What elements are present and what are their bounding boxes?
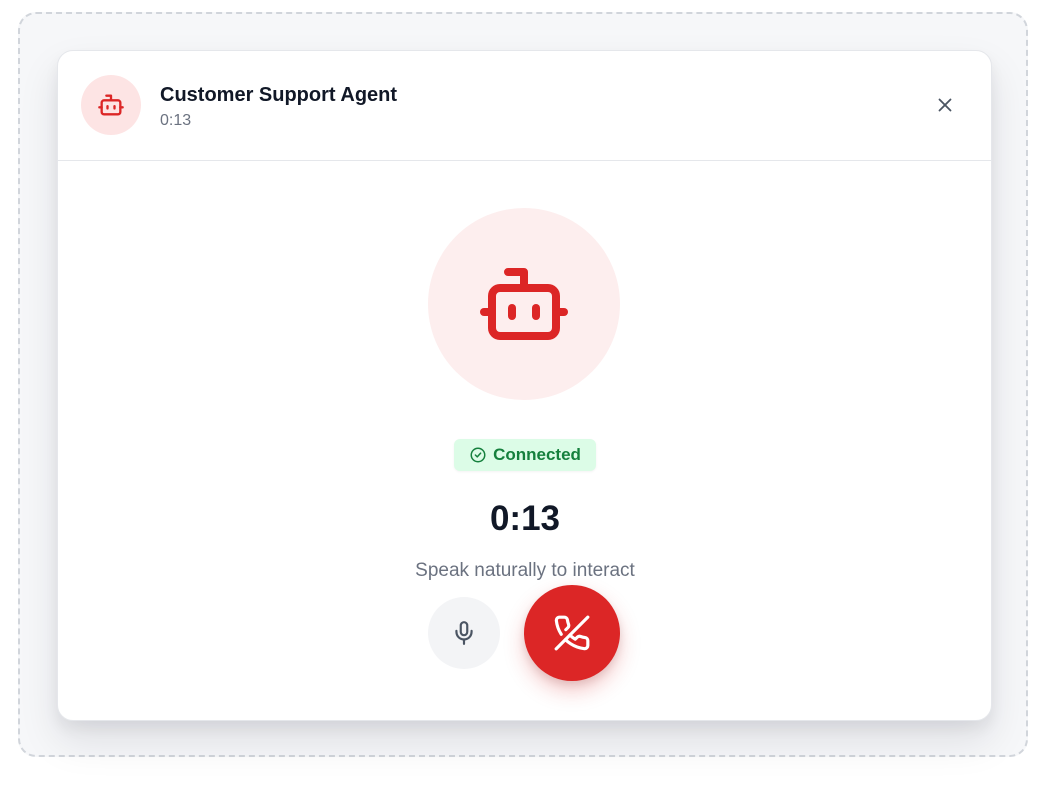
call-timer: 0:13 (489, 499, 561, 538)
bot-icon (480, 268, 568, 340)
agent-name: Customer Support Agent (160, 84, 398, 106)
mute-button[interactable] (428, 597, 500, 669)
dialog-header: Customer Support Agent 0:13 (58, 51, 991, 161)
header-call-timer: 0:13 (160, 112, 192, 129)
end-call-button[interactable] (524, 585, 620, 681)
close-button[interactable] (929, 89, 961, 121)
bot-icon (98, 94, 124, 116)
close-icon (938, 98, 952, 112)
phone-off-icon (554, 615, 590, 651)
call-hint: Speak naturally to interact (415, 560, 635, 581)
agent-avatar (81, 75, 141, 135)
status-badge: Connected (454, 439, 596, 471)
status-label: Connected (493, 445, 581, 464)
agent-avatar-large (428, 208, 620, 400)
check-circle-icon (470, 447, 486, 463)
microphone-icon (455, 621, 473, 645)
voice-call-dialog: Customer Support Agent 0:13 Connected 0:… (57, 50, 992, 721)
